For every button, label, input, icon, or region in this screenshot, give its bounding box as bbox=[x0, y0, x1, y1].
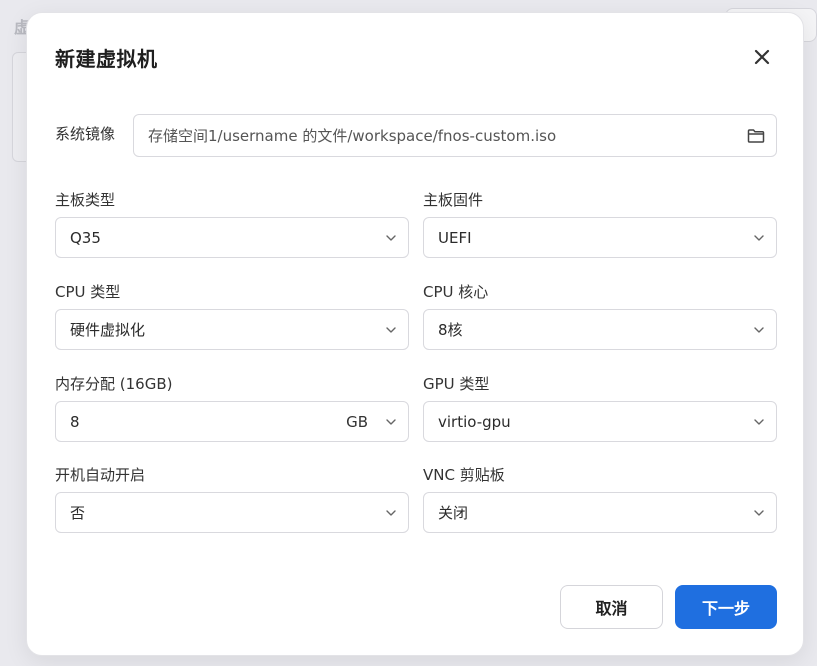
memory-value: 8 bbox=[70, 412, 80, 431]
cpu-type-select[interactable]: 硬件虚拟化 bbox=[55, 309, 409, 350]
chevron-down-icon bbox=[742, 418, 776, 426]
vnc-clipboard-value: 关闭 bbox=[438, 504, 469, 522]
close-icon bbox=[754, 49, 770, 65]
board-type-label: 主板类型 bbox=[55, 191, 116, 209]
board-type-value: Q35 bbox=[70, 228, 101, 247]
autostart-value: 否 bbox=[70, 504, 86, 522]
cpu-cores-select[interactable]: 8核 bbox=[423, 309, 777, 350]
gpu-type-select[interactable]: virtio-gpu bbox=[423, 401, 777, 442]
firmware-select[interactable]: UEFI bbox=[423, 217, 777, 258]
memory-label: 内存分配 (16GB) bbox=[55, 375, 173, 393]
chevron-down-icon bbox=[742, 326, 776, 334]
memory-unit: GB bbox=[346, 412, 368, 431]
dialog-title: 新建虚拟机 bbox=[55, 47, 158, 71]
gpu-type-value: virtio-gpu bbox=[438, 412, 511, 431]
system-image-field[interactable]: 存储空间1/username 的文件/workspace/fnos-custom… bbox=[133, 114, 777, 157]
folder-icon bbox=[747, 128, 765, 143]
chevron-down-icon bbox=[374, 509, 408, 517]
next-step-button[interactable]: 下一步 bbox=[675, 585, 777, 629]
cpu-type-value: 硬件虚拟化 bbox=[70, 321, 146, 339]
cpu-cores-label: CPU 核心 bbox=[423, 283, 489, 301]
chevron-down-icon bbox=[742, 234, 776, 242]
chevron-down-icon bbox=[374, 234, 408, 242]
chevron-down-icon bbox=[742, 509, 776, 517]
vnc-clipboard-label: VNC 剪贴板 bbox=[423, 466, 505, 484]
firmware-label: 主板固件 bbox=[423, 191, 484, 209]
board-type-select[interactable]: Q35 bbox=[55, 217, 409, 258]
cancel-button[interactable]: 取消 bbox=[560, 585, 663, 629]
system-image-path: 存储空间1/username 的文件/workspace/fnos-custom… bbox=[148, 127, 557, 145]
vnc-clipboard-select[interactable]: 关闭 bbox=[423, 492, 777, 533]
gpu-type-label: GPU 类型 bbox=[423, 375, 490, 393]
memory-input[interactable]: 8 GB bbox=[55, 401, 409, 442]
browse-folder-button[interactable] bbox=[736, 128, 776, 144]
autostart-select[interactable]: 否 bbox=[55, 492, 409, 533]
firmware-value: UEFI bbox=[438, 228, 472, 247]
create-vm-dialog: 新建虚拟机 系统镜像 存储空间1/username 的文件/workspace/… bbox=[26, 12, 804, 656]
cpu-type-label: CPU 类型 bbox=[55, 283, 121, 301]
system-image-label: 系统镜像 bbox=[55, 125, 116, 143]
chevron-down-icon bbox=[374, 326, 408, 334]
cpu-cores-value: 8核 bbox=[438, 321, 463, 339]
chevron-down-icon[interactable] bbox=[374, 418, 408, 426]
autostart-label: 开机自动开启 bbox=[55, 466, 146, 484]
close-button[interactable] bbox=[751, 46, 773, 68]
